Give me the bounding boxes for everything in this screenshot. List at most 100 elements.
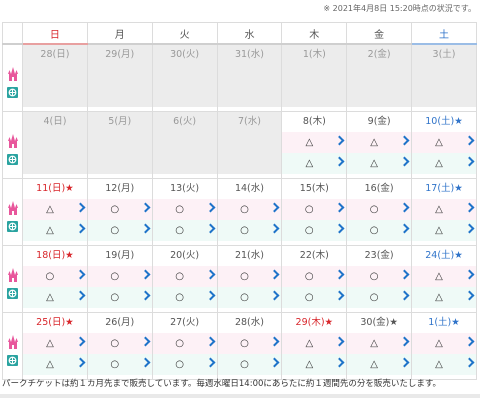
land-availability-row[interactable]: △ [347, 132, 412, 153]
day-cell[interactable]: 21(水) ○ ○ [216, 245, 283, 313]
sea-availability-row[interactable]: △ [347, 153, 412, 174]
chevron-right-icon[interactable] [205, 269, 215, 280]
chevron-right-icon[interactable] [399, 357, 410, 368]
chevron-right-icon[interactable] [464, 269, 475, 280]
land-availability-row[interactable]: △ [282, 333, 347, 354]
land-availability-row[interactable]: △ [412, 266, 476, 287]
chevron-right-icon[interactable] [75, 336, 86, 347]
sea-availability-row[interactable]: ○ [347, 220, 412, 241]
land-availability-row[interactable]: ○ [87, 266, 152, 287]
chevron-right-icon[interactable] [140, 290, 151, 301]
land-availability-row[interactable]: ○ [87, 333, 152, 354]
chevron-right-icon[interactable] [334, 357, 345, 368]
sea-availability-row[interactable]: △ [412, 287, 476, 308]
chevron-right-icon[interactable] [140, 336, 151, 347]
land-availability-row[interactable]: ○ [87, 199, 152, 220]
day-cell[interactable]: 29(木)★ △ △ [281, 312, 348, 380]
land-availability-row[interactable]: ○ [152, 266, 217, 287]
day-cell[interactable]: 17(土)★ △ △ [411, 178, 477, 246]
chevron-right-icon[interactable] [205, 336, 215, 347]
land-availability-row[interactable]: ○ [217, 266, 282, 287]
day-cell[interactable]: 13(火) ○ ○ [151, 178, 218, 246]
day-cell[interactable]: 10(土)★ △ △ [411, 111, 477, 179]
sea-availability-row[interactable]: △ [347, 354, 412, 375]
chevron-right-icon[interactable] [334, 135, 345, 146]
sea-availability-row[interactable]: ○ [282, 287, 347, 308]
chevron-right-icon[interactable] [75, 202, 86, 213]
chevron-right-icon[interactable] [334, 336, 345, 347]
chevron-right-icon[interactable] [75, 223, 86, 234]
chevron-right-icon[interactable] [334, 202, 345, 213]
day-cell[interactable]: 23(金) ○ ○ [346, 245, 413, 313]
sea-availability-row[interactable]: ○ [347, 287, 412, 308]
chevron-right-icon[interactable] [334, 269, 345, 280]
chevron-right-icon[interactable] [464, 202, 475, 213]
land-availability-row[interactable]: ○ [217, 333, 282, 354]
chevron-right-icon[interactable] [205, 202, 215, 213]
chevron-right-icon[interactable] [399, 135, 410, 146]
chevron-right-icon[interactable] [75, 290, 86, 301]
sea-availability-row[interactable]: △ [23, 287, 87, 308]
chevron-right-icon[interactable] [399, 223, 410, 234]
sea-availability-row[interactable]: ○ [87, 287, 152, 308]
day-cell[interactable]: 28(水) ○ ○ [216, 312, 283, 380]
land-availability-row[interactable]: △ [282, 132, 347, 153]
chevron-right-icon[interactable] [464, 290, 475, 301]
day-cell[interactable]: 15(木) ○ ○ [281, 178, 348, 246]
day-cell[interactable]: 18(日)★ ○ △ [22, 245, 88, 313]
sea-availability-row[interactable]: ○ [152, 287, 217, 308]
day-cell[interactable]: 12(月) ○ ○ [86, 178, 153, 246]
day-cell[interactable]: 24(土)★ △ △ [411, 245, 477, 313]
chevron-right-icon[interactable] [464, 223, 475, 234]
sea-availability-row[interactable]: △ [23, 354, 87, 375]
day-cell[interactable]: 20(火) ○ ○ [151, 245, 218, 313]
day-cell[interactable]: 19(月) ○ ○ [86, 245, 153, 313]
land-availability-row[interactable]: △ [347, 333, 412, 354]
sea-availability-row[interactable]: ○ [87, 354, 152, 375]
land-availability-row[interactable]: △ [412, 199, 476, 220]
day-cell[interactable]: 25(日)★ △ △ [22, 312, 88, 380]
chevron-right-icon[interactable] [269, 336, 280, 347]
chevron-right-icon[interactable] [464, 357, 475, 368]
chevron-right-icon[interactable] [399, 290, 410, 301]
chevron-right-icon[interactable] [269, 223, 280, 234]
land-availability-row[interactable]: ○ [152, 333, 217, 354]
land-availability-row[interactable]: ○ [347, 199, 412, 220]
chevron-right-icon[interactable] [140, 202, 151, 213]
day-cell[interactable]: 30(金)★ △ △ [346, 312, 413, 380]
chevron-right-icon[interactable] [464, 336, 475, 347]
chevron-right-icon[interactable] [205, 223, 215, 234]
day-cell[interactable]: 9(金) △ △ [346, 111, 413, 179]
day-cell[interactable]: 26(月) ○ ○ [86, 312, 153, 380]
day-cell[interactable]: 1(土)★ △ △ [411, 312, 477, 380]
land-availability-row[interactable]: ○ [23, 266, 87, 287]
chevron-right-icon[interactable] [205, 357, 215, 368]
chevron-right-icon[interactable] [334, 223, 345, 234]
day-cell[interactable]: 11(日)★ △ △ [22, 178, 88, 246]
chevron-right-icon[interactable] [464, 156, 475, 167]
chevron-right-icon[interactable] [399, 202, 410, 213]
land-availability-row[interactable]: ○ [217, 199, 282, 220]
day-cell[interactable]: 8(木) △ △ [281, 111, 348, 179]
day-cell[interactable]: 22(木) ○ ○ [281, 245, 348, 313]
chevron-right-icon[interactable] [399, 156, 410, 167]
land-availability-row[interactable]: ○ [347, 266, 412, 287]
land-availability-row[interactable]: ○ [152, 199, 217, 220]
sea-availability-row[interactable]: △ [282, 354, 347, 375]
chevron-right-icon[interactable] [140, 357, 151, 368]
sea-availability-row[interactable]: ○ [217, 287, 282, 308]
land-availability-row[interactable]: △ [23, 333, 87, 354]
land-availability-row[interactable]: ○ [282, 266, 347, 287]
sea-availability-row[interactable]: △ [412, 220, 476, 241]
sea-availability-row[interactable]: ○ [217, 220, 282, 241]
chevron-right-icon[interactable] [334, 156, 345, 167]
day-cell[interactable]: 27(火) ○ ○ [151, 312, 218, 380]
day-cell[interactable]: 14(水) ○ ○ [216, 178, 283, 246]
chevron-right-icon[interactable] [205, 290, 215, 301]
sea-availability-row[interactable]: ○ [282, 220, 347, 241]
sea-availability-row[interactable]: ○ [152, 354, 217, 375]
chevron-right-icon[interactable] [269, 357, 280, 368]
sea-availability-row[interactable]: ○ [152, 220, 217, 241]
land-availability-row[interactable]: ○ [282, 199, 347, 220]
chevron-right-icon[interactable] [140, 269, 151, 280]
